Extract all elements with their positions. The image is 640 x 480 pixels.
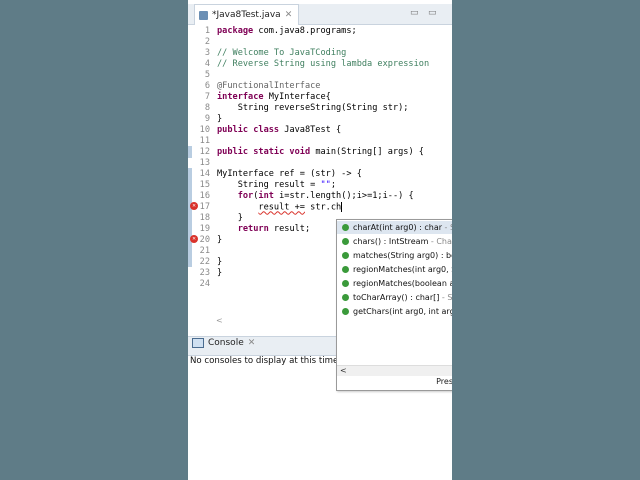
line-number: 24 [199, 279, 210, 289]
line-number: 4 [204, 59, 210, 69]
code-line: String reverseString(String str); [217, 103, 409, 113]
line-number: 8 [204, 103, 210, 113]
code-line: for(int i=str.length();i>=1;i--) { [237, 191, 414, 201]
line-number: 22 [199, 257, 210, 267]
code-line: return result; [237, 224, 311, 234]
console-tab-label: Console [208, 338, 244, 348]
content-assist-popup[interactable]: charAt(int arg0) : char - St chars() : I… [336, 219, 452, 391]
java-file-icon [199, 10, 208, 20]
line-number: 20 [199, 235, 210, 245]
close-tab-icon[interactable]: ✕ [285, 10, 293, 20]
code-line: @FunctionalInterface [217, 81, 321, 91]
line-number: 2 [204, 37, 210, 47]
public-method-icon [342, 224, 349, 231]
code-line: package com.java8.programs; [217, 26, 357, 36]
public-method-icon [342, 308, 349, 315]
suggestion-label: toCharArray() : char[] [353, 293, 440, 302]
public-method-icon [342, 252, 349, 259]
suggestion-item[interactable]: getChars(int arg0, int arg1 [337, 305, 452, 318]
code-line: // Reverse String using lambda expressio… [217, 59, 430, 69]
code-line: result += str.ch [258, 202, 343, 213]
suggestion-detail: - Char [430, 237, 452, 246]
close-console-icon[interactable]: ✕ [248, 338, 256, 348]
ide-window: *Java8Test.java ✕ ▭ ▭ 1 package com.java8… [188, 0, 452, 480]
line-number: 21 [199, 246, 210, 256]
suggestion-item[interactable]: toCharArray() : char[] - Str [337, 291, 452, 304]
public-method-icon [342, 266, 349, 273]
line-number: 10 [199, 125, 210, 135]
text-cursor [341, 202, 343, 212]
line-number: 13 [199, 158, 210, 168]
line-number: 7 [204, 92, 210, 102]
maximize-icon[interactable]: ▭ [428, 8, 437, 18]
suggestion-label: getChars(int arg0, int arg1 [353, 307, 452, 316]
suggestion-label: chars() : IntStream [353, 237, 429, 246]
public-method-icon [342, 280, 349, 287]
suggestion-item[interactable]: regionMatches(int arg0, S [337, 263, 452, 276]
popup-horizontal-scrollbar[interactable]: < [337, 365, 452, 376]
public-method-icon [342, 238, 349, 245]
scroll-left-arrow-icon[interactable]: < [340, 366, 347, 376]
line-number: 23 [199, 268, 210, 278]
suggestion-detail: - Str [441, 293, 452, 302]
public-method-icon [342, 294, 349, 301]
code-line: } [217, 235, 223, 245]
popup-footer-hint: Pres [436, 377, 452, 386]
suggestion-label: regionMatches(int arg0, S [353, 265, 452, 274]
code-line: // Welcome To JavaTCoding [217, 48, 347, 58]
line-number: 3 [204, 48, 210, 58]
editor-tab-bar: *Java8Test.java ✕ ▭ ▭ [188, 4, 452, 25]
line-number: 16 [199, 191, 210, 201]
suggestion-label: regionMatches(boolean a [353, 279, 452, 288]
line-number: 19 [199, 224, 210, 234]
code-line: public static void main(String[] args) { [217, 147, 424, 157]
suggestion-label: matches(String arg0) : boo [353, 251, 452, 260]
line-number: 12 [199, 147, 210, 157]
code-line: String result = ""; [217, 180, 337, 190]
suggestion-detail: - St [444, 223, 452, 232]
code-line: MyInterface ref = (str) -> { [217, 169, 362, 179]
suggestion-item[interactable]: matches(String arg0) : boo [337, 249, 452, 262]
suggestion-item[interactable]: chars() : IntStream - Char [337, 235, 452, 248]
code-line: public class Java8Test { [217, 125, 342, 135]
line-number: 1 [204, 26, 210, 36]
scroll-left-arrow-icon[interactable]: < [216, 316, 223, 325]
line-number: 9 [204, 114, 210, 124]
code-line: } [217, 268, 223, 278]
suggestion-label: charAt(int arg0) : char [353, 223, 443, 232]
minimize-icon[interactable]: ▭ [410, 8, 419, 18]
console-icon [192, 338, 204, 348]
line-number: 11 [199, 136, 210, 146]
suggestion-item[interactable]: charAt(int arg0) : char - St [337, 221, 452, 234]
line-number: 15 [199, 180, 210, 190]
line-number: 18 [199, 213, 210, 223]
line-number: 6 [204, 81, 210, 91]
line-number: 17 [199, 202, 210, 212]
code-line: interface MyInterface{ [217, 92, 331, 102]
editor-tab-title: *Java8Test.java [212, 10, 281, 20]
line-number: 14 [199, 169, 210, 179]
console-message: No consoles to display at this time. [190, 356, 341, 366]
console-tab[interactable]: Console ✕ [192, 338, 255, 348]
suggestion-item[interactable]: regionMatches(boolean a [337, 277, 452, 290]
line-number: 5 [204, 70, 210, 80]
code-line: } [217, 114, 223, 124]
code-line: } [217, 257, 223, 267]
editor-tab[interactable]: *Java8Test.java ✕ [194, 4, 300, 25]
code-line: } [217, 213, 243, 223]
